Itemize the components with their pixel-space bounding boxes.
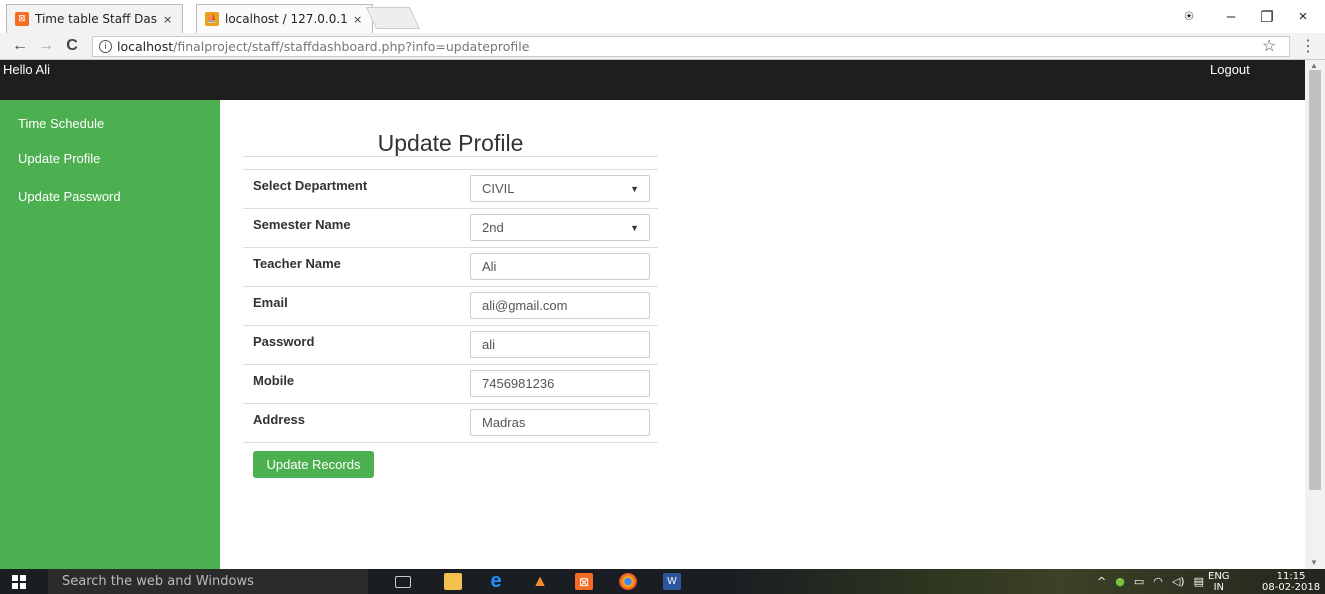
security-icon[interactable]: ● [1115,575,1125,588]
back-icon[interactable]: ← [10,36,30,56]
xampp-icon: ⊠ [15,12,29,26]
battery-icon[interactable]: ▭ [1134,575,1144,588]
teacher-name-label: Teacher Name [253,256,341,271]
bookmark-star-icon[interactable]: ☆ [1262,36,1276,56]
semester-select[interactable]: 2nd ▼ [470,214,650,241]
form-bottom-divider [243,442,658,443]
greeting-text: Hello Ali [3,62,50,77]
account-icon[interactable]: ⍟ [1166,0,1212,33]
windows-taskbar: Search the web and Windows e ▲ ⊠ W ^ ● ▭… [0,569,1325,594]
mobile-input[interactable]: 7456981236 [470,370,650,397]
wifi-icon[interactable]: ◠ [1153,575,1163,588]
sidebar-item-update-profile[interactable]: Update Profile [18,151,100,166]
logout-link[interactable]: Logout [1210,62,1250,77]
sidebar-item-update-password[interactable]: Update Password [18,189,121,204]
volume-icon[interactable]: ◁) [1172,575,1185,588]
clock-time: 11:15 [1276,571,1306,582]
address-bar: ← → C i localhost/finalproject/staff/sta… [0,33,1325,60]
browser-tabstrip: ⊠ Time table Staff Dashboa × ⛵ localhost… [0,0,1325,33]
title-divider [243,156,658,157]
edge-icon[interactable]: e [487,570,505,592]
clock-date: 08-02-2018 [1262,582,1321,593]
notifications-icon[interactable]: ▤ [1194,575,1204,588]
form-row-teacher-name: Teacher Name Ali [243,247,658,286]
browser-menu-icon[interactable]: ⋮ [1300,36,1316,56]
phpmyadmin-icon: ⛵ [205,12,219,26]
address-label: Address [253,412,306,427]
sidebar-item-time-schedule[interactable]: Time Schedule [18,116,104,131]
page-title: Update Profile [377,130,524,156]
form-row-mobile: Mobile 7456981236 [243,364,658,403]
url-host: localhost [117,39,174,54]
update-records-button[interactable]: Update Records [253,451,374,478]
tab-staff-dashboard[interactable]: ⊠ Time table Staff Dashboa × [6,4,184,33]
password-label: Password [253,334,315,349]
scroll-down-icon[interactable]: ▼ [1310,558,1318,567]
new-tab-button[interactable] [365,7,421,29]
email-label: Email [253,295,288,310]
tab-phpmyadmin[interactable]: ⛵ localhost / 127.0.0.1 / tim × [196,4,374,33]
department-label: Select Department [253,178,368,193]
form-row-email: Email ali@gmail.com [243,286,658,325]
vlc-icon[interactable]: ▲ [531,573,549,590]
department-select[interactable]: CIVIL ▼ [470,175,650,202]
site-info-icon[interactable]: i [99,40,112,53]
form-row-department: Select Department CIVIL ▼ [243,169,658,208]
language-code: ENG [1208,571,1230,582]
task-view-icon[interactable] [395,576,411,588]
password-input[interactable]: ali [470,331,650,358]
scroll-up-icon[interactable]: ▲ [1310,61,1318,70]
mobile-label: Mobile [253,373,295,388]
semester-label: Semester Name [253,217,351,232]
chevron-down-icon: ▼ [630,184,639,194]
form-row-address: Address Madras [243,403,658,442]
close-window-button[interactable]: × [1280,0,1325,33]
department-value: CIVIL [482,181,515,196]
clock[interactable]: 11:15 08-02-2018 [1262,571,1320,593]
form-row-password: Password ali [243,325,658,364]
reload-icon[interactable]: C [62,36,82,56]
top-navbar: Hello Ali Logout [0,60,1305,100]
forward-icon[interactable]: → [36,36,56,56]
xampp-icon[interactable]: ⊠ [575,573,593,590]
chevron-down-icon: ▼ [630,223,639,233]
tab-title: localhost / 127.0.0.1 / tim [225,12,347,26]
form-row-semester: Semester Name 2nd ▼ [243,208,658,247]
taskbar-search-input[interactable]: Search the web and Windows [48,569,368,594]
file-explorer-icon[interactable] [444,573,462,590]
chrome-icon[interactable] [619,573,637,590]
url-input[interactable]: i localhost/finalproject/staff/staffdash… [92,36,1290,57]
scrollbar-thumb[interactable] [1309,70,1321,490]
system-tray: ^ ● ▭ ◠ ◁) ▤ [1097,569,1204,594]
word-icon[interactable]: W [663,573,681,590]
page-viewport: Hello Ali Logout Time Schedule Update Pr… [0,60,1305,569]
region-code: IN [1213,582,1224,593]
url-path: /finalproject/staff/staffdashboard.php?i… [173,39,530,54]
page-scrollbar[interactable]: ▲ ▼ [1305,60,1325,569]
close-tab-icon[interactable]: × [353,13,362,26]
teacher-name-input[interactable]: Ali [470,253,650,280]
email-input[interactable]: ali@gmail.com [470,292,650,319]
chevron-up-icon[interactable]: ^ [1097,575,1106,588]
semester-value: 2nd [482,220,504,235]
close-tab-icon[interactable]: × [163,13,172,26]
windows-start-icon[interactable] [12,575,26,589]
language-indicator[interactable]: ENG IN [1208,571,1230,593]
address-input[interactable]: Madras [470,409,650,436]
tab-title: Time table Staff Dashboa [35,12,157,26]
sidebar: Time Schedule Update Profile Update Pass… [0,100,220,569]
